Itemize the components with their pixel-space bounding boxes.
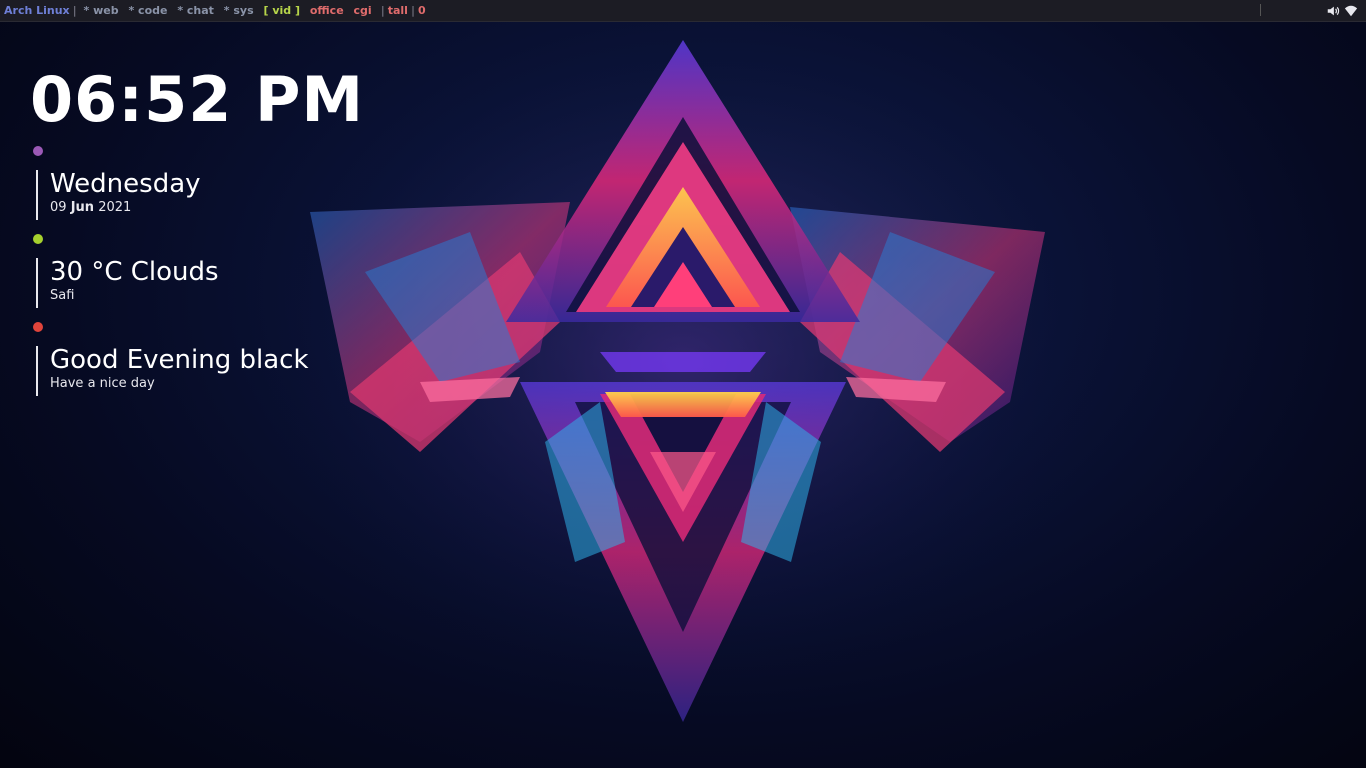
os-label: Arch Linux xyxy=(4,4,70,17)
year-label: 2021 xyxy=(98,200,132,215)
speaker-icon[interactable] xyxy=(1326,4,1340,18)
weekday-label: Wednesday xyxy=(50,169,201,199)
system-tray xyxy=(1326,3,1358,18)
separator: | xyxy=(380,4,385,17)
weather-location: Safi xyxy=(50,288,75,303)
separator: | xyxy=(410,4,415,17)
day-number: 09 xyxy=(50,200,67,215)
weather-dot xyxy=(33,234,43,244)
clock-time: 06:52 PM xyxy=(30,63,365,136)
greeting-block: Good Evening black Have a nice day xyxy=(36,346,309,396)
workspace-vid[interactable]: [ vid ] xyxy=(263,4,300,17)
workspace-code[interactable]: * code xyxy=(128,4,167,17)
greeting-title: Good Evening black xyxy=(50,345,309,375)
weather-summary: 30 °C Clouds xyxy=(50,257,219,287)
date-dot xyxy=(33,146,43,156)
greeting-dot xyxy=(33,322,43,332)
window-count: 0 xyxy=(417,4,426,17)
greeting-subtitle: Have a nice day xyxy=(50,376,155,391)
date-label: 09 Jun 2021 xyxy=(50,199,201,217)
workspace-web[interactable]: * web xyxy=(84,4,119,17)
workspace-cgi[interactable]: cgi xyxy=(354,4,372,17)
bar-divider xyxy=(1260,4,1261,16)
workspace-sys[interactable]: * sys xyxy=(224,4,254,17)
month-label: Jun xyxy=(70,200,95,215)
layout-indicator[interactable]: tall xyxy=(388,4,408,17)
workspace-office[interactable]: office xyxy=(310,4,344,17)
workspace-chat[interactable]: * chat xyxy=(177,4,214,17)
weather-block: 30 °C Clouds Safi xyxy=(36,258,219,308)
top-status-bar: Arch Linux | * web * code * chat * sys [ … xyxy=(0,0,1366,22)
wifi-icon[interactable] xyxy=(1344,4,1358,18)
bar-left: Arch Linux | * web * code * chat * sys [ … xyxy=(4,0,426,21)
separator: | xyxy=(72,4,77,17)
date-block: Wednesday 09 Jun 2021 xyxy=(36,170,201,220)
